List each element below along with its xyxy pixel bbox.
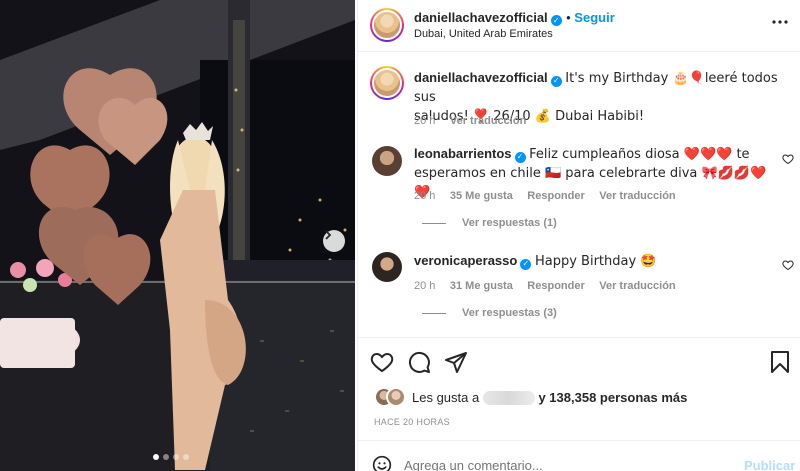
view-replies-label: Ver respuestas (3) (462, 307, 557, 319)
comment-reply-button[interactable]: Responder (527, 280, 584, 292)
comment-translate-link[interactable]: Ver traducción (599, 280, 675, 292)
emoji-picker-icon[interactable] (372, 455, 392, 471)
verified-badge-icon: ✓ (514, 151, 526, 163)
more-options-button[interactable] (772, 14, 788, 35)
comment-likes[interactable]: 35 Me gusta (450, 190, 513, 202)
comment-like-heart-icon[interactable] (782, 259, 794, 271)
like-heart-icon[interactable] (370, 350, 394, 374)
follow-button[interactable]: Seguir (574, 10, 614, 25)
comment-translate-link[interactable]: Ver traducción (599, 190, 675, 202)
commenter-username[interactable]: leonabarrientos (414, 146, 512, 161)
next-image-button[interactable] (323, 230, 345, 252)
caption-translate-link[interactable]: Ver traducción (450, 115, 526, 127)
comment-time: 20 h (414, 190, 436, 202)
bookmark-save-icon[interactable] (770, 350, 790, 374)
comment-composer: Publicar (358, 440, 800, 471)
post-photo (0, 0, 355, 471)
verified-badge-icon: ✓ (550, 15, 562, 26)
view-replies-label: Ver respuestas (1) (462, 217, 557, 229)
comment-text-line1: Happy Birthday 🤩 (534, 254, 657, 269)
carousel-indicator (153, 454, 189, 460)
post-panel: daniellachavezofficial ✓ • Seguir Dubai, … (357, 0, 800, 471)
carousel-dot (173, 454, 179, 460)
comment-likes[interactable]: 31 Me gusta (450, 280, 513, 292)
commenter-avatar[interactable] (372, 252, 402, 282)
post-header: daniellachavezofficial ✓ • Seguir Dubai, … (358, 0, 800, 52)
likes-summary: Les gusta a y 138,358 personas más (374, 387, 794, 409)
action-bar (358, 337, 800, 377)
caption-avatar[interactable] (370, 66, 404, 100)
post-timestamp[interactable]: HACE 20 HORAS (374, 417, 450, 427)
view-replies-button[interactable]: Ver respuestas (3) (422, 307, 557, 319)
chevron-right-icon (325, 230, 332, 240)
view-replies-button[interactable]: Ver respuestas (1) (422, 217, 557, 229)
comment-text-line1: Feliz cumpleaños diosa ❤️❤️❤️ te (529, 147, 750, 162)
comment-input[interactable] (404, 455, 724, 471)
likes-count[interactable]: y 138,358 personas más (538, 390, 687, 405)
liker-avatar[interactable] (386, 387, 406, 407)
comment-like-heart-icon[interactable] (782, 153, 794, 165)
post-location[interactable]: Dubai, United Arab Emirates (414, 28, 553, 40)
author-username[interactable]: daniellachavezofficial (414, 10, 548, 25)
caption-username[interactable]: daniellachavezofficial (414, 70, 548, 85)
carousel-dot (183, 454, 189, 460)
publish-button[interactable]: Publicar (744, 458, 795, 471)
commenter-username[interactable]: veronicaperasso (414, 253, 517, 268)
comment-bubble-icon[interactable] (407, 350, 431, 374)
more-horizontal-icon (772, 20, 788, 24)
carousel-dot (163, 454, 169, 460)
likes-prefix: Les gusta a (412, 390, 480, 405)
caption-time: 20 h (414, 115, 436, 127)
verified-badge-icon: ✓ (550, 75, 562, 87)
liker-name-redacted[interactable] (482, 391, 535, 405)
post-media[interactable] (0, 0, 355, 471)
share-send-icon[interactable] (444, 350, 468, 374)
comment-time: 20 h (414, 280, 436, 292)
comment-reply-button[interactable]: Responder (527, 190, 584, 202)
commenter-avatar[interactable] (372, 146, 402, 176)
carousel-dot (153, 454, 159, 460)
verified-badge-icon: ✓ (520, 258, 532, 270)
author-avatar[interactable] (370, 8, 404, 42)
